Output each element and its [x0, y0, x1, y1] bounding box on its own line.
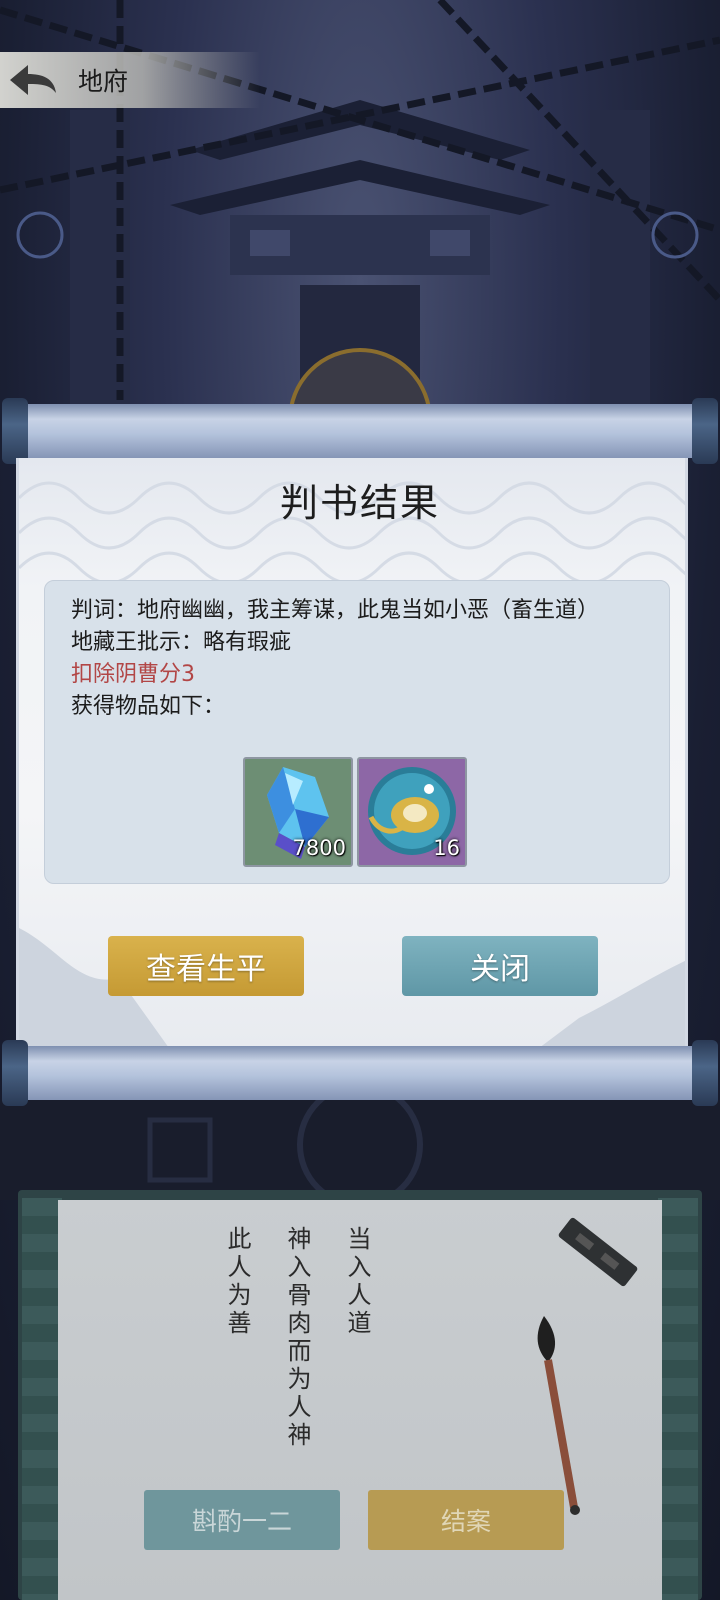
view-life-button[interactable]: 查看生平 [108, 936, 304, 996]
reward-item-slot[interactable]: 7800 [243, 757, 353, 867]
scroll-top-roller [0, 398, 720, 464]
result-panel: 判词：地府幽幽，我主筹谋，此鬼当如小恶（畜生道） 地藏王批示：略有瑕疵 扣除阴曹… [44, 580, 670, 884]
judgment-column: 神入骨肉而为人神 [283, 1226, 311, 1450]
verdict-text: 判词：地府幽幽，我主筹谋，此鬼当如小恶（畜生道） [71, 598, 600, 623]
reward-items: 7800 16 [243, 757, 467, 867]
item-count: 16 [433, 836, 460, 860]
close-case-button[interactable]: 结案 [368, 1490, 564, 1550]
top-bar: 地府 [0, 52, 260, 108]
approval-text: 地藏王批示：略有瑕疵 [71, 630, 292, 655]
judgment-column: 此人为善 [223, 1226, 251, 1338]
scroll-bottom-roller [0, 1040, 720, 1106]
item-count: 7800 [292, 836, 346, 860]
page-title: 地府 [78, 67, 129, 96]
dialog-title: 判书结果 [279, 481, 440, 525]
items-label: 获得物品如下： [71, 694, 226, 719]
deliberate-button[interactable]: 斟酌一二 [144, 1490, 340, 1550]
back-button[interactable] [0, 52, 66, 108]
close-button[interactable]: 关闭 [402, 936, 598, 996]
judgment-column: 当入人道 [343, 1226, 371, 1338]
back-arrow-icon [10, 65, 56, 95]
penalty-text: 扣除阴曹分3 [71, 662, 195, 687]
reward-item-slot[interactable]: 16 [357, 757, 467, 867]
